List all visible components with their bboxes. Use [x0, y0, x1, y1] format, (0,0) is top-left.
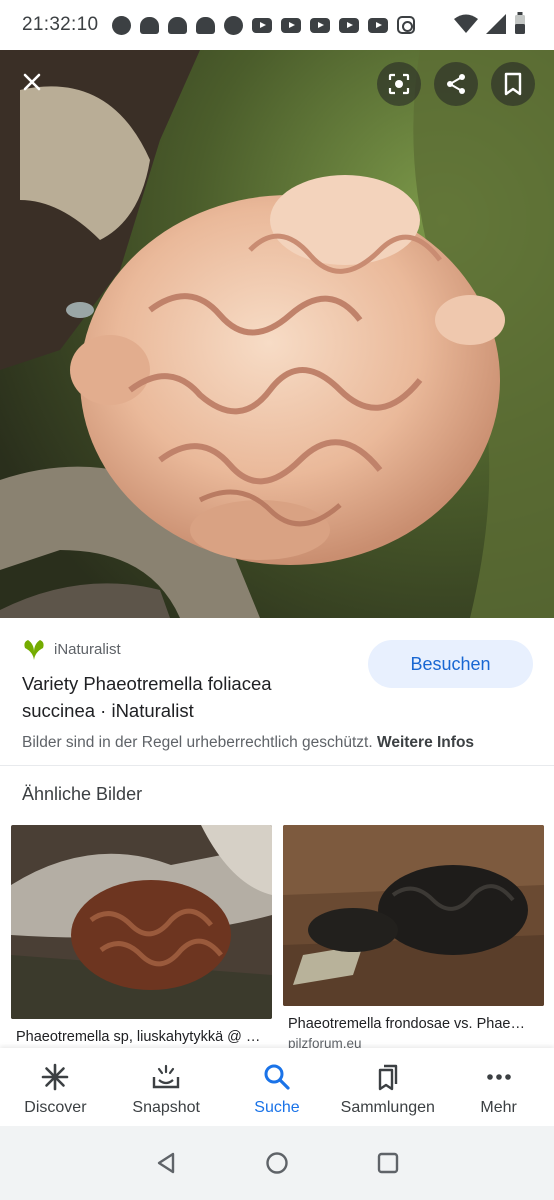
asterisk-icon — [42, 1063, 69, 1091]
youtube-icon — [310, 17, 331, 33]
discord-icon — [140, 16, 160, 34]
bookmark-icon — [504, 72, 522, 96]
nav-snapshot[interactable]: Snapshot — [111, 1048, 222, 1126]
copyright-text: Bilder sind in der Regel urheberrechtlic… — [22, 734, 373, 751]
visit-button[interactable]: Besuchen — [368, 640, 533, 688]
notification-icons — [112, 15, 416, 35]
system-navigation — [0, 1126, 554, 1200]
snapshot-icon — [152, 1064, 180, 1089]
home-button[interactable] — [262, 1148, 292, 1178]
collections-icon — [378, 1064, 397, 1091]
home-icon — [266, 1152, 288, 1174]
share-icon — [447, 74, 465, 94]
source-site[interactable]: iNaturalist — [22, 638, 121, 660]
nav-collections[interactable]: Sammlungen — [332, 1048, 443, 1126]
nav-label: Sammlungen — [340, 1099, 435, 1116]
main-image[interactable] — [0, 50, 554, 618]
discord-icon — [196, 16, 216, 34]
source-panel: iNaturalist Variety Phaeotremella foliac… — [0, 618, 554, 766]
nav-label: Snapshot — [132, 1099, 200, 1116]
recents-button[interactable] — [373, 1148, 403, 1178]
status-bar: 21:32:10 — [0, 0, 554, 50]
wifi-icon — [454, 14, 478, 33]
fungus-photo — [0, 50, 554, 618]
source-title[interactable]: Variety Phaeotremella foliacea succinea … — [22, 670, 342, 724]
source-site-name: iNaturalist — [54, 640, 121, 658]
recents-icon — [378, 1152, 399, 1174]
youtube-icon — [339, 17, 360, 33]
back-button[interactable] — [151, 1148, 181, 1178]
lens-button[interactable] — [377, 62, 421, 106]
similar-images-heading: Ähnliche Bilder — [22, 784, 143, 804]
nav-search[interactable]: Suche — [222, 1048, 333, 1126]
search-icon — [264, 1064, 290, 1090]
nav-label: Suche — [254, 1099, 300, 1116]
nav-label: Discover — [24, 1099, 87, 1116]
copyright-notice: Bilder sind in der Regel urheberrechtlic… — [22, 734, 474, 752]
lens-icon — [388, 73, 410, 95]
more-info-link[interactable]: Weitere Infos — [377, 734, 474, 751]
instagram-icon — [397, 16, 416, 34]
similar-image-1[interactable] — [11, 825, 272, 1019]
close-icon — [23, 73, 41, 91]
similar-image-photo — [283, 825, 544, 1006]
back-icon — [157, 1152, 174, 1174]
share-button[interactable] — [434, 62, 478, 106]
nav-discover[interactable]: Discover — [0, 1048, 111, 1126]
bottom-navigation: Discover Snapshot Suche Sammlungen Mehr — [0, 1048, 554, 1126]
inaturalist-logo-icon — [24, 640, 44, 660]
bookmark-button[interactable] — [491, 62, 535, 106]
similar-image-caption[interactable]: Phaeotremella sp, liuskahytykkä @ … — [16, 1029, 272, 1045]
system-status — [454, 12, 526, 34]
youtube-icon — [368, 17, 389, 33]
status-time: 21:32:10 — [22, 14, 99, 35]
similar-image-caption[interactable]: Phaeotremella frondosae vs. Phae… — [288, 1016, 538, 1032]
nav-more[interactable]: Mehr — [443, 1048, 554, 1126]
battery-icon — [515, 12, 525, 34]
chat-icon — [112, 15, 132, 35]
facebook-icon — [224, 15, 244, 35]
youtube-icon — [252, 17, 273, 33]
nav-label: Mehr — [480, 1099, 517, 1116]
close-button[interactable] — [10, 60, 54, 104]
similar-image-2[interactable] — [283, 825, 544, 1006]
more-icon — [486, 1074, 511, 1080]
signal-icon — [486, 14, 506, 34]
youtube-icon — [281, 17, 302, 33]
similar-image-photo — [11, 825, 272, 1019]
discord-icon — [168, 16, 188, 34]
